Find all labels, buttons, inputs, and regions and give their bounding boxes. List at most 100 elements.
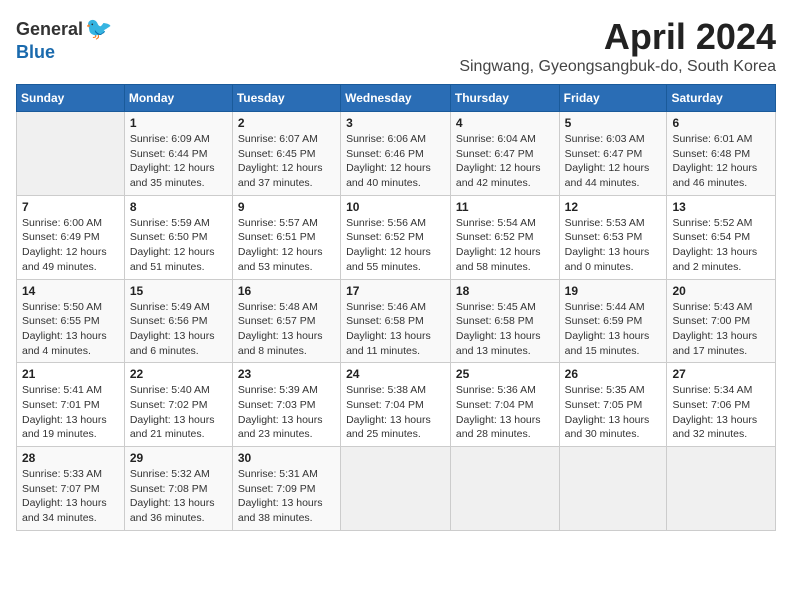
day-cell: 7Sunrise: 6:00 AMSunset: 6:49 PMDaylight… <box>17 195 125 279</box>
day-number: 8 <box>130 200 227 214</box>
week-row-1: 1Sunrise: 6:09 AMSunset: 6:44 PMDaylight… <box>17 112 776 196</box>
day-number: 7 <box>22 200 119 214</box>
day-number: 23 <box>238 367 335 381</box>
day-info: Sunrise: 5:53 AMSunset: 6:53 PMDaylight:… <box>565 216 662 275</box>
day-cell: 18 Sunrise: 5:45 AMSunset: 6:58 PMDayligh… <box>450 279 559 363</box>
day-cell: 20Sunrise: 5:43 AMSunset: 7:00 PMDayligh… <box>667 279 776 363</box>
day-number: 4 <box>456 116 554 130</box>
day-info: Sunrise: 5:35 AMSunset: 7:05 PMDaylight:… <box>565 383 662 442</box>
day-cell: 26Sunrise: 5:35 AMSunset: 7:05 PMDayligh… <box>559 363 667 447</box>
day-number: 13 <box>672 200 770 214</box>
header-cell-thursday: Thursday <box>450 85 559 112</box>
calendar-header-row: SundayMondayTuesdayWednesdayThursdayFrid… <box>17 85 776 112</box>
day-cell: 10 Sunrise: 5:56 AMSunset: 6:52 PMDayligh… <box>341 195 451 279</box>
day-info: Sunrise: 5:46 AMSunset: 6:58 PMDaylight:… <box>346 300 445 359</box>
day-cell: 27 Sunrise: 5:34 AMSunset: 7:06 PMDayligh… <box>667 363 776 447</box>
title-area: April 2024 Singwang, Gyeongsangbuk-do, S… <box>459 16 776 76</box>
day-cell: 28 Sunrise: 5:33 AMSunset: 7:07 PMDayligh… <box>17 447 125 531</box>
day-cell: 16 Sunrise: 5:48 AMSunset: 6:57 PMDayligh… <box>232 279 340 363</box>
day-info: Sunrise: 5:34 AMSunset: 7:06 PMDaylight:… <box>672 383 770 442</box>
day-info: Sunrise: 5:54 AMSunset: 6:52 PMDaylight:… <box>456 216 554 275</box>
header-cell-wednesday: Wednesday <box>341 85 451 112</box>
day-info: Sunrise: 5:41 AMSunset: 7:01 PMDaylight:… <box>22 383 119 442</box>
day-info: Sunrise: 5:44 AMSunset: 6:59 PMDaylight:… <box>565 300 662 359</box>
day-info: Sunrise: 5:33 AMSunset: 7:07 PMDaylight:… <box>22 467 119 526</box>
logo-bird-icon: 🐦 <box>85 16 112 42</box>
day-cell <box>341 447 451 531</box>
day-number: 17 <box>346 284 445 298</box>
day-number: 27 <box>672 367 770 381</box>
week-row-4: 21 Sunrise: 5:41 AMSunset: 7:01 PMDayligh… <box>17 363 776 447</box>
day-number: 9 <box>238 200 335 214</box>
day-cell <box>17 112 125 196</box>
day-info: Sunrise: 5:56 AMSunset: 6:52 PMDaylight:… <box>346 216 445 275</box>
day-cell: 25 Sunrise: 5:36 AMSunset: 7:04 PMDayligh… <box>450 363 559 447</box>
day-number: 30 <box>238 451 335 465</box>
day-number: 5 <box>565 116 662 130</box>
day-cell: 22 Sunrise: 5:40 AMSunset: 7:02 PMDayligh… <box>124 363 232 447</box>
day-info: Sunrise: 6:03 AMSunset: 6:47 PMDaylight:… <box>565 132 662 191</box>
day-number: 12 <box>565 200 662 214</box>
day-cell: 19 Sunrise: 5:44 AMSunset: 6:59 PMDayligh… <box>559 279 667 363</box>
day-cell: 30 Sunrise: 5:31 AMSunset: 7:09 PMDayligh… <box>232 447 340 531</box>
day-cell: 6 Sunrise: 6:01 AMSunset: 6:48 PMDaylight… <box>667 112 776 196</box>
day-cell: 1Sunrise: 6:09 AMSunset: 6:44 PMDaylight… <box>124 112 232 196</box>
day-number: 29 <box>130 451 227 465</box>
header-cell-friday: Friday <box>559 85 667 112</box>
day-cell: 24Sunrise: 5:38 AMSunset: 7:04 PMDayligh… <box>341 363 451 447</box>
header-cell-monday: Monday <box>124 85 232 112</box>
day-cell: 12 Sunrise: 5:53 AMSunset: 6:53 PMDayligh… <box>559 195 667 279</box>
day-info: Sunrise: 5:43 AMSunset: 7:00 PMDaylight:… <box>672 300 770 359</box>
day-cell: 14Sunrise: 5:50 AMSunset: 6:55 PMDayligh… <box>17 279 125 363</box>
day-info: Sunrise: 5:31 AMSunset: 7:09 PMDaylight:… <box>238 467 335 526</box>
day-info: Sunrise: 5:59 AMSunset: 6:50 PMDaylight:… <box>130 216 227 275</box>
day-info: Sunrise: 5:40 AMSunset: 7:02 PMDaylight:… <box>130 383 227 442</box>
day-number: 3 <box>346 116 445 130</box>
day-number: 15 <box>130 284 227 298</box>
day-number: 22 <box>130 367 227 381</box>
day-info: Sunrise: 5:32 AMSunset: 7:08 PMDaylight:… <box>130 467 227 526</box>
day-info: Sunrise: 6:01 AMSunset: 6:48 PMDaylight:… <box>672 132 770 191</box>
day-number: 19 <box>565 284 662 298</box>
day-info: Sunrise: 5:49 AMSunset: 6:56 PMDaylight:… <box>130 300 227 359</box>
logo: General 🐦 Blue <box>16 16 112 63</box>
day-cell <box>667 447 776 531</box>
month-title: April 2024 <box>459 16 776 58</box>
logo-general-text: General <box>16 19 83 40</box>
day-info: Sunrise: 5:36 AMSunset: 7:04 PMDaylight:… <box>456 383 554 442</box>
day-info: Sunrise: 5:38 AMSunset: 7:04 PMDaylight:… <box>346 383 445 442</box>
day-number: 28 <box>22 451 119 465</box>
calendar-table: SundayMondayTuesdayWednesdayThursdayFrid… <box>16 84 776 531</box>
header-cell-sunday: Sunday <box>17 85 125 112</box>
day-cell: 8 Sunrise: 5:59 AMSunset: 6:50 PMDaylight… <box>124 195 232 279</box>
day-cell: 11 Sunrise: 5:54 AMSunset: 6:52 PMDayligh… <box>450 195 559 279</box>
day-number: 25 <box>456 367 554 381</box>
day-number: 18 <box>456 284 554 298</box>
week-row-2: 7Sunrise: 6:00 AMSunset: 6:49 PMDaylight… <box>17 195 776 279</box>
logo-blue-text: Blue <box>16 42 55 63</box>
day-cell: 5 Sunrise: 6:03 AMSunset: 6:47 PMDaylight… <box>559 112 667 196</box>
day-info: Sunrise: 5:39 AMSunset: 7:03 PMDaylight:… <box>238 383 335 442</box>
day-number: 2 <box>238 116 335 130</box>
day-info: Sunrise: 5:57 AMSunset: 6:51 PMDaylight:… <box>238 216 335 275</box>
day-info: Sunrise: 6:07 AMSunset: 6:45 PMDaylight:… <box>238 132 335 191</box>
day-cell: 13 Sunrise: 5:52 AMSunset: 6:54 PMDayligh… <box>667 195 776 279</box>
day-info: Sunrise: 5:45 AMSunset: 6:58 PMDaylight:… <box>456 300 554 359</box>
day-info: Sunrise: 5:48 AMSunset: 6:57 PMDaylight:… <box>238 300 335 359</box>
day-number: 10 <box>346 200 445 214</box>
day-info: Sunrise: 6:06 AMSunset: 6:46 PMDaylight:… <box>346 132 445 191</box>
day-cell: 3 Sunrise: 6:06 AMSunset: 6:46 PMDaylight… <box>341 112 451 196</box>
day-cell: 17 Sunrise: 5:46 AMSunset: 6:58 PMDayligh… <box>341 279 451 363</box>
day-number: 11 <box>456 200 554 214</box>
day-info: Sunrise: 6:09 AMSunset: 6:44 PMDaylight:… <box>130 132 227 191</box>
day-number: 21 <box>22 367 119 381</box>
day-cell: 23 Sunrise: 5:39 AMSunset: 7:03 PMDayligh… <box>232 363 340 447</box>
day-cell: 9 Sunrise: 5:57 AMSunset: 6:51 PMDaylight… <box>232 195 340 279</box>
header: General 🐦 Blue April 2024 Singwang, Gyeo… <box>16 16 776 76</box>
day-number: 16 <box>238 284 335 298</box>
day-number: 14 <box>22 284 119 298</box>
day-number: 6 <box>672 116 770 130</box>
day-info: Sunrise: 5:52 AMSunset: 6:54 PMDaylight:… <box>672 216 770 275</box>
week-row-5: 28 Sunrise: 5:33 AMSunset: 7:07 PMDayligh… <box>17 447 776 531</box>
day-cell: 29 Sunrise: 5:32 AMSunset: 7:08 PMDayligh… <box>124 447 232 531</box>
